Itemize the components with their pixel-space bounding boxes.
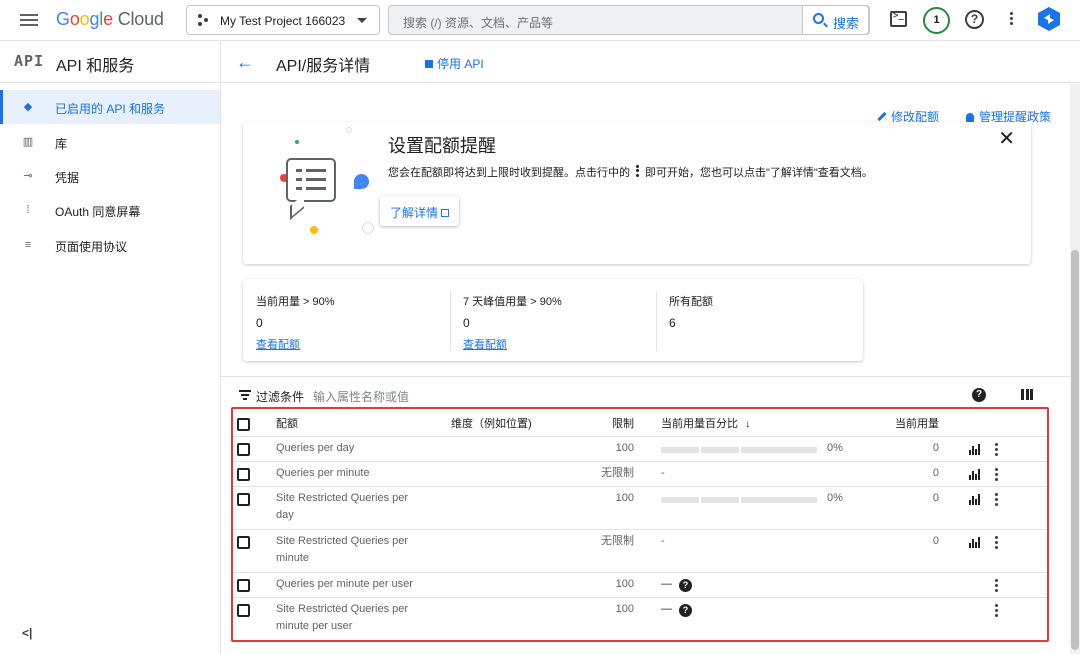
page-title: API/服务详情 (276, 58, 371, 75)
search-icon (813, 13, 824, 24)
alert-title: 设置配额提醒 (388, 136, 496, 156)
sidebar-item-library[interactable]: ▥ 库 (0, 125, 220, 159)
table-header: 配额 维度（例如位置) 限制 当前用量百分比 ↓ 当前用量 (231, 411, 1050, 437)
key-icon: ⊸ (23, 170, 33, 182)
arrow-down-icon: ↓ (745, 418, 751, 430)
table-row: Queries per minute 无限制 - 0 (231, 462, 1050, 487)
api-badge-icon: API (14, 52, 45, 70)
open-in-new-icon (441, 209, 450, 217)
search-input[interactable]: 搜索 (/) 资源、文档、产品等 (403, 14, 553, 31)
sidebar-title: API 和服务 (56, 58, 135, 75)
column-display-icon[interactable] (1021, 389, 1033, 400)
account-avatar[interactable] (1038, 7, 1060, 31)
row-more-icon[interactable] (995, 468, 998, 483)
filter-icon (239, 390, 251, 402)
help-icon[interactable]: ? (679, 604, 692, 617)
stat-7day-peak: 7 天峰值用量 > 90% 0 查看配额 (463, 293, 663, 352)
search-button[interactable]: 搜索 (802, 5, 869, 35)
table-row: Queries per day 100 0% 0 (231, 437, 1050, 462)
sidebar-item-oauth[interactable]: ⁞ OAuth 同意屏幕 (0, 193, 220, 227)
project-name: My Test Project 166023 (220, 14, 346, 28)
chevron-down-icon (357, 18, 367, 23)
table-row: Site Restricted Queries per minute 无限制 -… (231, 530, 1050, 573)
help-icon[interactable]: ? (965, 10, 984, 29)
page-header: ← API/服务详情 停用 API (221, 41, 1080, 83)
usage-chart-icon[interactable] (969, 537, 982, 548)
project-selector[interactable]: My Test Project 166023 (186, 5, 380, 35)
page-settings-icon: ≡ (24, 239, 32, 251)
main-content: 修改配额 管理提醒政策 设置配额提醒 您会在配额即将达到上限时收到提醒。点击行中… (221, 84, 1070, 654)
project-dots-icon (198, 14, 210, 26)
library-icon: ▥ (22, 136, 34, 148)
stop-icon (425, 60, 433, 68)
google-cloud-logo[interactable]: Google Cloud (56, 9, 164, 30)
table-row: Queries per minute per user 100 —? (231, 573, 1050, 598)
usage-progress-bar (661, 497, 817, 503)
bell-icon (966, 113, 974, 122)
quota-stats-card: 当前用量 > 90% 0 查看配额 7 天峰值用量 > 90% 0 查看配额 所… (243, 279, 863, 361)
row-checkbox[interactable] (237, 468, 250, 481)
row-more-icon[interactable] (995, 604, 998, 619)
quota-alert-card: 设置配额提醒 您会在配额即将达到上限时收到提醒。点击行中的 即可开始，您也可以点击… (243, 122, 1031, 264)
back-arrow-icon[interactable]: ← (236, 53, 254, 71)
disable-api-button[interactable]: 停用 API (425, 55, 484, 72)
more-vert-icon (636, 164, 639, 179)
sort-usage-pct-header[interactable]: 当前用量百分比 ↓ (661, 416, 751, 433)
select-all-checkbox[interactable] (237, 418, 250, 431)
learn-more-button[interactable]: 了解详情 (380, 196, 459, 226)
top-bar: Google Cloud My Test Project 166023 搜索 (… (0, 0, 1080, 41)
help-icon[interactable]: ? (679, 579, 692, 592)
close-icon[interactable]: ✕ (998, 126, 1015, 151)
search-bar[interactable]: 搜索 (/) 资源、文档、产品等 搜索 (388, 5, 870, 35)
view-quota-link[interactable]: 查看配额 (463, 336, 663, 352)
help-icon[interactable]: ? (972, 388, 986, 402)
usage-chart-icon[interactable] (969, 469, 982, 480)
view-quota-link[interactable]: 查看配额 (256, 336, 456, 352)
pencil-icon (877, 111, 887, 122)
stat-current-usage: 当前用量 > 90% 0 查看配额 (256, 293, 456, 352)
row-more-icon[interactable] (995, 579, 998, 594)
usage-progress-bar (661, 447, 817, 453)
sidebar-header: API API 和服务 (0, 41, 221, 83)
alert-illustration (258, 122, 388, 264)
scrollbar-thumb[interactable] (1071, 250, 1079, 650)
row-more-icon[interactable] (995, 493, 998, 508)
cloud-shell-icon[interactable] (890, 11, 907, 27)
row-checkbox[interactable] (237, 493, 250, 506)
menu-icon[interactable] (20, 11, 38, 29)
sidebar: API API 和服务 ◆ 已启用的 API 和服务 ▥ 库 ⊸ 凭据 ⁞ OA… (0, 41, 221, 654)
filter-input[interactable]: 输入属性名称或值 (313, 388, 409, 405)
api-diamond-icon: ◆ (23, 101, 33, 113)
table-row: Site Restricted Queries per day 100 0% 0 (231, 487, 1050, 530)
sidebar-item-page-usage[interactable]: ≡ 页面使用协议 (0, 228, 220, 262)
stat-all-quotas: 所有配额 6 (669, 296, 713, 330)
row-checkbox[interactable] (237, 536, 250, 549)
sidebar-item-credentials[interactable]: ⊸ 凭据 (0, 159, 220, 193)
row-more-icon[interactable] (995, 443, 998, 458)
row-checkbox[interactable] (237, 604, 250, 617)
alert-description: 您会在配额即将达到上限时收到提醒。点击行中的 即可开始，您也可以点击"了解详情"查… (388, 164, 873, 180)
usage-chart-icon[interactable] (969, 444, 982, 455)
message-icon (286, 158, 336, 202)
row-checkbox[interactable] (237, 579, 250, 592)
row-more-icon[interactable] (995, 536, 998, 551)
sidebar-item-enabled-apis[interactable]: ◆ 已启用的 API 和服务 (0, 90, 220, 124)
oauth-icon: ⁞ (26, 204, 30, 216)
more-vert-icon[interactable] (1010, 12, 1014, 26)
collapse-sidebar-icon[interactable]: <| (22, 626, 32, 640)
usage-chart-icon[interactable] (969, 494, 982, 505)
notifications-badge[interactable]: 1 (923, 7, 950, 34)
row-checkbox[interactable] (237, 443, 250, 456)
table-row: Site Restricted Queries per minute per u… (231, 598, 1050, 641)
